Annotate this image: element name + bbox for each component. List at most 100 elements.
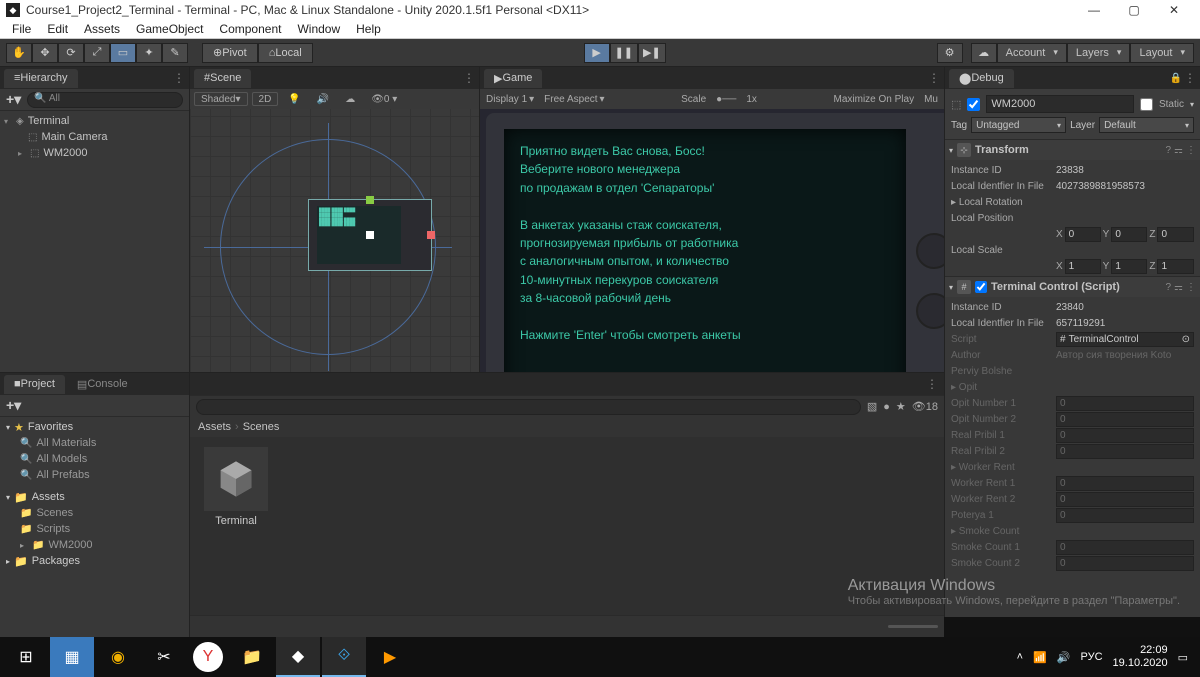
- script-reference-field[interactable]: #TerminalControl⊙: [1056, 332, 1194, 347]
- game-scale-slider[interactable]: ●──: [716, 94, 736, 105]
- scene-audio-icon[interactable]: 🔊: [311, 94, 335, 105]
- menu-window[interactable]: Window: [289, 20, 348, 38]
- breadcrumb-assets[interactable]: Assets: [198, 421, 231, 433]
- account-dropdown[interactable]: Account: [997, 43, 1067, 63]
- taskbar-media[interactable]: ▶: [368, 637, 412, 677]
- layer-dropdown[interactable]: Default▾: [1099, 117, 1194, 133]
- gameobject-active-checkbox[interactable]: [967, 98, 980, 111]
- hierarchy-item-wm2000[interactable]: ▸⬚WM2000: [0, 145, 189, 161]
- tool-hand[interactable]: ✋: [6, 43, 32, 63]
- project-filter-icon[interactable]: ▧: [867, 400, 877, 413]
- tab-hierarchy[interactable]: ≡ Hierarchy: [4, 69, 78, 88]
- tray-clock[interactable]: 22:09 19.10.2020: [1113, 644, 1168, 670]
- taskbar-app-4[interactable]: Y: [193, 642, 223, 672]
- tray-lang[interactable]: РУС: [1081, 651, 1103, 663]
- taskbar-app-3[interactable]: ✂: [142, 637, 186, 677]
- cloud-icon[interactable]: ☁: [971, 43, 997, 63]
- menu-assets[interactable]: Assets: [76, 20, 128, 38]
- game-aspect-dropdown[interactable]: Free Aspect ▾: [544, 94, 604, 105]
- tray-wifi-icon[interactable]: 📶: [1033, 651, 1047, 664]
- inspector-menu-icon[interactable]: ⋮: [1184, 71, 1196, 85]
- hierarchy-add-button[interactable]: +▾: [6, 91, 21, 108]
- script-field-value[interactable]: 0: [1056, 508, 1194, 523]
- menu-gameobject[interactable]: GameObject: [128, 20, 211, 38]
- inspector-lock-icon[interactable]: 🔒: [1170, 73, 1182, 84]
- script-field-value[interactable]: 0: [1056, 412, 1194, 427]
- pos-y-field[interactable]: 0: [1111, 227, 1147, 242]
- hierarchy-search[interactable]: 🔍 All: [27, 92, 183, 108]
- tool-custom[interactable]: ✎: [162, 43, 188, 63]
- component-enabled-checkbox[interactable]: [975, 281, 987, 293]
- script-field-value[interactable]: 0: [1056, 556, 1194, 571]
- pause-button[interactable]: ❚❚: [610, 43, 638, 63]
- hierarchy-item-camera[interactable]: ⬚Main Camera: [0, 129, 189, 145]
- scale-x-field[interactable]: 1: [1065, 259, 1101, 274]
- tray-up-icon[interactable]: ˄: [1017, 651, 1023, 663]
- tool-scale[interactable]: ⤢: [84, 43, 110, 63]
- hierarchy-scene[interactable]: ▾◈Terminal: [0, 113, 189, 129]
- script-field-value[interactable]: 0: [1056, 428, 1194, 443]
- tab-scene[interactable]: # Scene: [194, 69, 251, 88]
- script-field-value[interactable]: 0: [1056, 396, 1194, 411]
- local-toggle[interactable]: ⌂ Local: [258, 43, 313, 63]
- game-menu-icon[interactable]: ⋮: [928, 71, 940, 85]
- script-field-value[interactable]: 0: [1056, 444, 1194, 459]
- scene-menu-icon[interactable]: ⋮: [463, 71, 475, 85]
- scale-y-field[interactable]: 1: [1111, 259, 1147, 274]
- tray-sound-icon[interactable]: 🔊: [1057, 651, 1071, 664]
- taskbar-explorer[interactable]: 📁: [230, 637, 274, 677]
- taskbar-vscode[interactable]: ⟐: [322, 637, 366, 677]
- taskbar-unity[interactable]: ◆: [276, 637, 320, 677]
- tool-rotate[interactable]: ⟳: [58, 43, 84, 63]
- scene-hidden-icon[interactable]: 👁0 ▾: [365, 94, 403, 105]
- static-checkbox[interactable]: [1140, 98, 1153, 111]
- taskbar-app-2[interactable]: ◉: [96, 637, 140, 677]
- minimize-button[interactable]: —: [1074, 0, 1114, 20]
- taskbar-app-1[interactable]: ▦: [50, 637, 94, 677]
- step-button[interactable]: ▶❚: [638, 43, 666, 63]
- tab-debug[interactable]: ⬤ Debug: [949, 69, 1014, 88]
- tray-notifications-icon[interactable]: ▭: [1178, 651, 1188, 664]
- project-star-icon[interactable]: ★: [896, 400, 906, 413]
- collab-icon[interactable]: ⚙: [937, 43, 963, 63]
- scale-z-field[interactable]: 1: [1157, 259, 1194, 274]
- script-field-value[interactable]: 0: [1056, 492, 1194, 507]
- pos-x-field[interactable]: 0: [1065, 227, 1101, 242]
- start-button[interactable]: ⊞: [4, 637, 48, 677]
- game-mute-toggle[interactable]: Mu: [924, 94, 938, 105]
- close-button[interactable]: ✕: [1154, 0, 1194, 20]
- tab-game[interactable]: ▶ Game: [484, 69, 542, 88]
- component-preset-icon[interactable]: ⚎: [1174, 145, 1183, 156]
- pivot-toggle[interactable]: ⊕ Pivot: [202, 43, 258, 63]
- menu-file[interactable]: File: [4, 20, 39, 38]
- pos-z-field[interactable]: 0: [1157, 227, 1194, 242]
- component-menu-icon[interactable]: ⋮: [1186, 145, 1196, 156]
- project-menu-icon[interactable]: ⋮: [926, 377, 938, 391]
- component-help-icon[interactable]: ?: [1165, 145, 1171, 156]
- script-field-value[interactable]: 0: [1056, 476, 1194, 491]
- maximize-button[interactable]: ▢: [1114, 0, 1154, 20]
- hierarchy-menu-icon[interactable]: ⋮: [173, 71, 185, 85]
- project-label-icon[interactable]: ●: [883, 401, 890, 413]
- component-preset-icon[interactable]: ⚎: [1174, 282, 1183, 293]
- menu-help[interactable]: Help: [348, 20, 389, 38]
- project-hidden-icon[interactable]: 👁18: [912, 400, 938, 413]
- scene-fx-icon[interactable]: ☁: [339, 94, 361, 105]
- tool-move[interactable]: ✥: [32, 43, 58, 63]
- game-maximize-toggle[interactable]: Maximize On Play: [834, 94, 915, 105]
- game-display-dropdown[interactable]: Display 1 ▾: [486, 94, 534, 105]
- component-help-icon[interactable]: ?: [1165, 282, 1171, 293]
- breadcrumb-scenes[interactable]: Scenes: [243, 421, 280, 433]
- component-menu-icon[interactable]: ⋮: [1186, 282, 1196, 293]
- layout-dropdown[interactable]: Layout: [1130, 43, 1194, 63]
- component-transform-header[interactable]: ▾⊹ Transform ? ⚎ ⋮: [945, 140, 1200, 160]
- tool-transform[interactable]: ✦: [136, 43, 162, 63]
- menu-component[interactable]: Component: [211, 20, 289, 38]
- scene-light-icon[interactable]: 💡: [282, 94, 306, 105]
- tool-rect[interactable]: ▭: [110, 43, 136, 63]
- tag-dropdown[interactable]: Untagged▾: [971, 117, 1066, 133]
- menu-edit[interactable]: Edit: [39, 20, 76, 38]
- component-terminalcontrol-header[interactable]: ▾# Terminal Control (Script) ? ⚎ ⋮: [945, 277, 1200, 297]
- gameobject-icon[interactable]: ⬚: [951, 98, 961, 111]
- asset-terminal-scene[interactable]: Terminal: [200, 447, 272, 605]
